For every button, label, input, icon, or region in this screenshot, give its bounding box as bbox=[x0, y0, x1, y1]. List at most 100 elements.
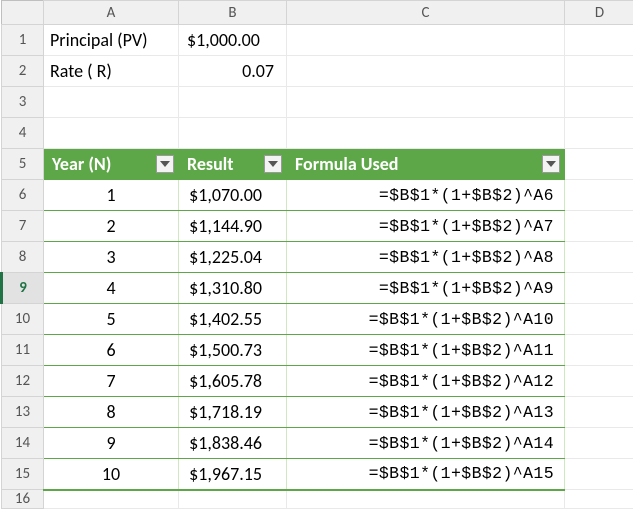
filter-button-formula[interactable] bbox=[542, 155, 560, 173]
cell-A10[interactable]: 5 bbox=[44, 304, 179, 335]
row-header-14[interactable]: 14 bbox=[2, 428, 44, 459]
row-14: 14 9 $1,838.46 =$B$1*(1+$B$2)^A14 bbox=[2, 428, 633, 459]
row-header-11[interactable]: 11 bbox=[2, 335, 44, 366]
cell-C11[interactable]: =$B$1*(1+$B$2)^A11 bbox=[287, 335, 565, 366]
cell-A6[interactable]: 1 bbox=[44, 180, 179, 211]
cell-D9[interactable] bbox=[565, 273, 633, 304]
cell-C6[interactable]: =$B$1*(1+$B$2)^A6 bbox=[287, 180, 565, 211]
row-8: 8 3 $1,225.04 =$B$1*(1+$B$2)^A8 bbox=[2, 242, 633, 273]
row-header-6[interactable]: 6 bbox=[2, 180, 44, 211]
row-9: 9 4 $1,310.80 =$B$1*(1+$B$2)^A9 bbox=[2, 273, 633, 304]
cell-C3[interactable] bbox=[287, 87, 565, 118]
row-header-7[interactable]: 7 bbox=[2, 211, 44, 242]
cell-B16[interactable] bbox=[179, 490, 287, 509]
col-header-B[interactable]: B bbox=[179, 1, 287, 25]
col-header-D[interactable]: D bbox=[565, 1, 633, 25]
filter-button-year[interactable] bbox=[156, 155, 174, 173]
cell-A12[interactable]: 7 bbox=[44, 366, 179, 397]
row-11: 11 6 $1,500.73 =$B$1*(1+$B$2)^A11 bbox=[2, 335, 633, 366]
cell-A15[interactable]: 10 bbox=[44, 459, 179, 490]
table-header-result[interactable]: Result bbox=[179, 149, 287, 180]
row-3: 3 bbox=[2, 87, 633, 118]
col-header-A[interactable]: A bbox=[44, 1, 179, 25]
row-header-5[interactable]: 5 bbox=[2, 149, 44, 180]
cell-D8[interactable] bbox=[565, 242, 633, 273]
cell-A8[interactable]: 3 bbox=[44, 242, 179, 273]
row-header-13[interactable]: 13 bbox=[2, 397, 44, 428]
cell-C13[interactable]: =$B$1*(1+$B$2)^A13 bbox=[287, 397, 565, 428]
cell-B1[interactable]: $1,000.00 bbox=[179, 25, 287, 56]
grid: A B C D 1 Principal (PV) $1,000.00 2 Rat… bbox=[0, 0, 633, 509]
filter-button-result[interactable] bbox=[264, 155, 282, 173]
row-header-3[interactable]: 3 bbox=[2, 87, 44, 118]
cell-B11[interactable]: $1,500.73 bbox=[179, 335, 287, 366]
row-header-1[interactable]: 1 bbox=[2, 25, 44, 56]
cell-B2[interactable]: 0.07 bbox=[179, 56, 287, 87]
row-header-8[interactable]: 8 bbox=[2, 242, 44, 273]
cell-C1[interactable] bbox=[287, 25, 565, 56]
row-header-9[interactable]: 9 bbox=[2, 273, 44, 304]
cell-A7[interactable]: 2 bbox=[44, 211, 179, 242]
cell-A14[interactable]: 9 bbox=[44, 428, 179, 459]
cell-C7[interactable]: =$B$1*(1+$B$2)^A7 bbox=[287, 211, 565, 242]
cell-B4[interactable] bbox=[179, 118, 287, 149]
cell-D13[interactable] bbox=[565, 397, 633, 428]
cell-C10[interactable]: =$B$1*(1+$B$2)^A10 bbox=[287, 304, 565, 335]
cell-B8[interactable]: $1,225.04 bbox=[179, 242, 287, 273]
cell-C8[interactable]: =$B$1*(1+$B$2)^A8 bbox=[287, 242, 565, 273]
cell-D5[interactable] bbox=[565, 149, 633, 180]
cell-D16[interactable] bbox=[565, 490, 633, 509]
cell-C4[interactable] bbox=[287, 118, 565, 149]
cell-D12[interactable] bbox=[565, 366, 633, 397]
cell-D1[interactable] bbox=[565, 25, 633, 56]
cell-D2[interactable] bbox=[565, 56, 633, 87]
cell-D6[interactable] bbox=[565, 180, 633, 211]
row-header-4[interactable]: 4 bbox=[2, 118, 44, 149]
cell-D3[interactable] bbox=[565, 87, 633, 118]
cell-D4[interactable] bbox=[565, 118, 633, 149]
cell-C2[interactable] bbox=[287, 56, 565, 87]
cell-D15[interactable] bbox=[565, 459, 633, 490]
row-13: 13 8 $1,718.19 =$B$1*(1+$B$2)^A13 bbox=[2, 397, 633, 428]
cell-B13[interactable]: $1,718.19 bbox=[179, 397, 287, 428]
cell-A16[interactable] bbox=[44, 490, 179, 509]
table-header-year[interactable]: Year (N) bbox=[44, 149, 179, 180]
cell-B9[interactable]: $1,310.80 bbox=[179, 273, 287, 304]
row-4: 4 bbox=[2, 118, 633, 149]
row-6: 6 1 $1,070.00 =$B$1*(1+$B$2)^A6 bbox=[2, 180, 633, 211]
cell-D10[interactable] bbox=[565, 304, 633, 335]
table-header-formula[interactable]: Formula Used bbox=[287, 149, 565, 180]
row-header-12[interactable]: 12 bbox=[2, 366, 44, 397]
cell-B14[interactable]: $1,838.46 bbox=[179, 428, 287, 459]
cell-C14[interactable]: =$B$1*(1+$B$2)^A14 bbox=[287, 428, 565, 459]
cell-B7[interactable]: $1,144.90 bbox=[179, 211, 287, 242]
row-header-2[interactable]: 2 bbox=[2, 56, 44, 87]
cell-D11[interactable] bbox=[565, 335, 633, 366]
cell-B6[interactable]: $1,070.00 bbox=[179, 180, 287, 211]
cell-A3[interactable] bbox=[44, 87, 179, 118]
cell-A9[interactable]: 4 bbox=[44, 273, 179, 304]
cell-C9[interactable]: =$B$1*(1+$B$2)^A9 bbox=[287, 273, 565, 304]
cell-A4[interactable] bbox=[44, 118, 179, 149]
chevron-down-icon bbox=[160, 161, 170, 167]
chevron-down-icon bbox=[546, 161, 556, 167]
cell-A11[interactable]: 6 bbox=[44, 335, 179, 366]
cell-C15[interactable]: =$B$1*(1+$B$2)^A15 bbox=[287, 459, 565, 490]
cell-A2[interactable]: Rate ( R) bbox=[44, 56, 179, 87]
row-header-16[interactable]: 16 bbox=[2, 490, 44, 509]
cell-C16[interactable] bbox=[287, 490, 565, 509]
col-header-C[interactable]: C bbox=[287, 1, 565, 25]
cell-D14[interactable] bbox=[565, 428, 633, 459]
cell-A13[interactable]: 8 bbox=[44, 397, 179, 428]
cell-C12[interactable]: =$B$1*(1+$B$2)^A12 bbox=[287, 366, 565, 397]
select-all-corner[interactable] bbox=[2, 1, 44, 25]
cell-B10[interactable]: $1,402.55 bbox=[179, 304, 287, 335]
row-header-10[interactable]: 10 bbox=[2, 304, 44, 335]
chevron-down-icon bbox=[268, 161, 278, 167]
cell-B15[interactable]: $1,967.15 bbox=[179, 459, 287, 490]
row-header-15[interactable]: 15 bbox=[2, 459, 44, 490]
cell-B3[interactable] bbox=[179, 87, 287, 118]
cell-B12[interactable]: $1,605.78 bbox=[179, 366, 287, 397]
cell-D7[interactable] bbox=[565, 211, 633, 242]
cell-A1[interactable]: Principal (PV) bbox=[44, 25, 179, 56]
